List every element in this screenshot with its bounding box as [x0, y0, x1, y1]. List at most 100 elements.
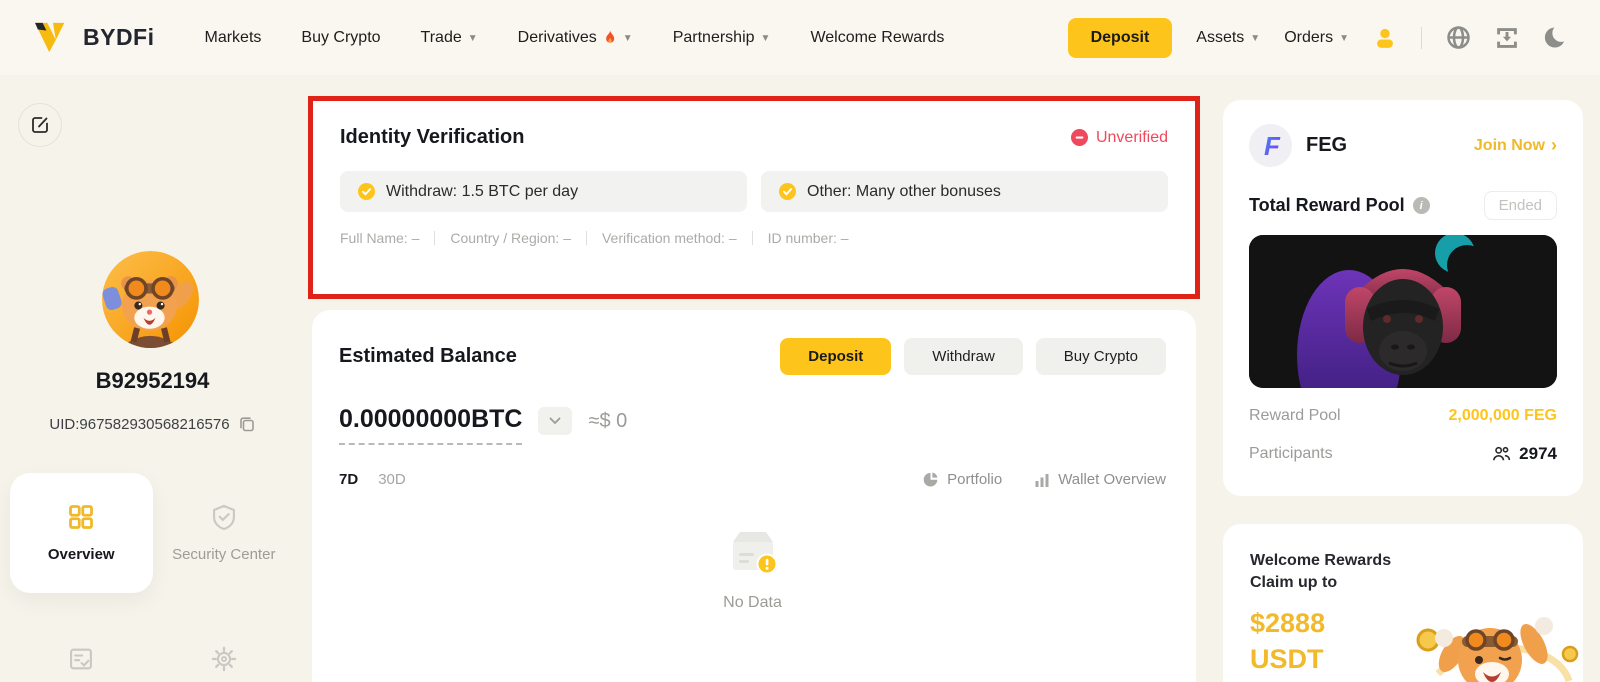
flame-icon: [605, 30, 614, 43]
avatar[interactable]: [102, 251, 199, 348]
join-now-link[interactable]: Join Now ›: [1474, 135, 1557, 156]
welcome-rewards-card[interactable]: Welcome Rewards Claim up to $2888 USDT: [1223, 524, 1583, 682]
divider: [1421, 26, 1422, 49]
edit-profile-button[interactable]: [18, 103, 62, 147]
bydfi-logo[interactable]: BYDFi: [32, 21, 155, 55]
reward-pool-row: Reward Pool 2,000,000 FEG: [1249, 407, 1557, 425]
verification-status-badge[interactable]: Unverified: [1070, 128, 1168, 147]
address-book-icon: [70, 648, 93, 670]
uid-row: UID:967582930568216576: [0, 415, 305, 433]
promo-banner-image[interactable]: [1249, 235, 1557, 388]
portfolio-link[interactable]: Portfolio: [922, 471, 1002, 488]
identity-verification-title: Identity Verification: [340, 126, 525, 148]
shield-check-icon: [212, 504, 235, 531]
nav-item-trade[interactable]: Trade ▼: [421, 29, 478, 47]
view-links: Portfolio Wallet Overview: [922, 471, 1166, 488]
participants-icon: [1493, 446, 1511, 460]
sidebar-item-settings[interactable]: Settings: [153, 615, 296, 682]
participants-value-group: 2974: [1492, 444, 1557, 464]
globe-icon: [1447, 26, 1470, 49]
identity-details: Full Name: – Country / Region: – Verific…: [340, 230, 1168, 246]
withdraw-action-button[interactable]: Withdraw: [904, 338, 1023, 375]
pie-chart-icon: [923, 472, 938, 487]
gorilla-banner-image: [1249, 235, 1557, 388]
navbar-right: Deposit Assets ▼ Orders ▼: [1067, 17, 1568, 58]
bar-chart-icon: [1035, 473, 1049, 487]
reward-pool-value: 2,000,000 FEG: [1448, 407, 1557, 424]
account-button[interactable]: [1373, 26, 1397, 50]
identity-verification-highlight-box: Identity Verification Unverified Withdra…: [308, 96, 1200, 299]
edit-icon: [32, 117, 48, 133]
sidebar-item-label: Security Center: [172, 546, 276, 563]
copy-uid-button[interactable]: [238, 415, 256, 433]
moon-icon: [1544, 25, 1568, 48]
language-button[interactable]: [1446, 25, 1471, 50]
balance-amount[interactable]: 0.00000000BTC: [339, 405, 523, 445]
nav-item-partnership[interactable]: Partnership ▼: [673, 29, 771, 47]
identity-verification-card: Identity Verification Unverified Withdra…: [313, 101, 1195, 246]
deposit-button[interactable]: Deposit: [1067, 17, 1173, 58]
reward-pool-label: Reward Pool: [1249, 407, 1341, 424]
nav-item-assets[interactable]: Assets ▼: [1196, 29, 1260, 47]
nav-label: Partnership: [672, 28, 755, 46]
sidebar-item-security-center[interactable]: Security Center: [153, 473, 296, 593]
detail-verification-method: Verification method: –: [601, 230, 737, 246]
estimated-balance-title: Estimated Balance: [339, 345, 517, 367]
copy-icon: [239, 417, 254, 432]
chevron-down-icon: ▼: [1339, 33, 1349, 44]
chevron-right-icon: ›: [1551, 135, 1557, 155]
detail-country: Country / Region: –: [450, 230, 571, 246]
fiat-estimate: ≈$ 0: [588, 409, 628, 432]
main-content: Identity Verification Unverified Withdra…: [308, 75, 1201, 682]
participants-count: 2974: [1519, 444, 1557, 463]
wallet-overview-link[interactable]: Wallet Overview: [1034, 471, 1166, 488]
nav-label: Orders: [1284, 28, 1334, 46]
detail-full-name: Full Name: –: [340, 230, 420, 246]
download-app-button[interactable]: [1495, 26, 1519, 50]
svg-text:F: F: [1264, 131, 1281, 161]
main-nav: Markets Buy Crypto Trade ▼ Derivatives ▼…: [205, 29, 945, 47]
nav-item-derivatives[interactable]: Derivatives ▼: [518, 29, 633, 47]
chevron-down-icon: ▼: [622, 33, 633, 44]
deposit-action-button[interactable]: Deposit: [780, 338, 892, 375]
user-icon: [1377, 28, 1393, 48]
promo-status-badge: Ended: [1483, 191, 1557, 220]
right-panel: F FEG Join Now › Total Reward Pool i End…: [1223, 75, 1583, 682]
view-label: Portfolio: [947, 471, 1003, 488]
chevron-down-icon: ▼: [467, 33, 478, 44]
nav-label: Welcome Rewards: [810, 28, 945, 46]
sidebar-item-address[interactable]: Address: [10, 615, 153, 682]
uid-value: UID:967582930568216576: [49, 415, 230, 433]
verification-status-text: Unverified: [1095, 128, 1168, 146]
dark-mode-toggle[interactable]: [1543, 25, 1568, 50]
check-circle-icon: [779, 183, 796, 200]
nav-label: Derivatives: [517, 28, 597, 46]
nav-item-orders[interactable]: Orders ▼: [1284, 29, 1349, 47]
nav-item-welcome-rewards[interactable]: Welcome Rewards: [810, 29, 944, 47]
feg-promo-card: F FEG Join Now › Total Reward Pool i End…: [1223, 100, 1583, 496]
nav-label: Trade: [420, 28, 462, 46]
benefit-text: Withdraw: 1.5 BTC per day: [386, 182, 579, 200]
nav-item-buy-crypto[interactable]: Buy Crypto: [301, 29, 380, 47]
username: B92952194: [95, 368, 210, 393]
nav-label: Buy Crypto: [301, 28, 381, 46]
check-circle-icon: [358, 183, 375, 200]
feg-token-logo: F: [1249, 124, 1292, 167]
currency-dropdown[interactable]: [538, 407, 573, 435]
divider: [751, 231, 753, 245]
nav-item-markets[interactable]: Markets: [205, 29, 262, 47]
empty-state: No Data: [339, 522, 1166, 612]
bydfi-logo-text: BYDFi: [83, 24, 155, 50]
sidebar-item-overview[interactable]: Overview: [10, 473, 153, 593]
nav-label: Assets: [1196, 28, 1245, 46]
participants-label: Participants: [1249, 445, 1333, 462]
range-tab-30d[interactable]: 30D: [378, 471, 406, 488]
divider: [585, 231, 587, 245]
gear-icon: [211, 646, 236, 672]
no-data-label: No Data: [723, 594, 782, 611]
buy-crypto-action-button[interactable]: Buy Crypto: [1035, 338, 1166, 375]
profile-sidebar: B92952194 UID:967582930568216576 Overvie…: [0, 75, 305, 682]
info-icon[interactable]: i: [1412, 197, 1430, 214]
range-tab-7d[interactable]: 7D: [339, 471, 358, 488]
nav-label: Markets: [204, 28, 262, 46]
